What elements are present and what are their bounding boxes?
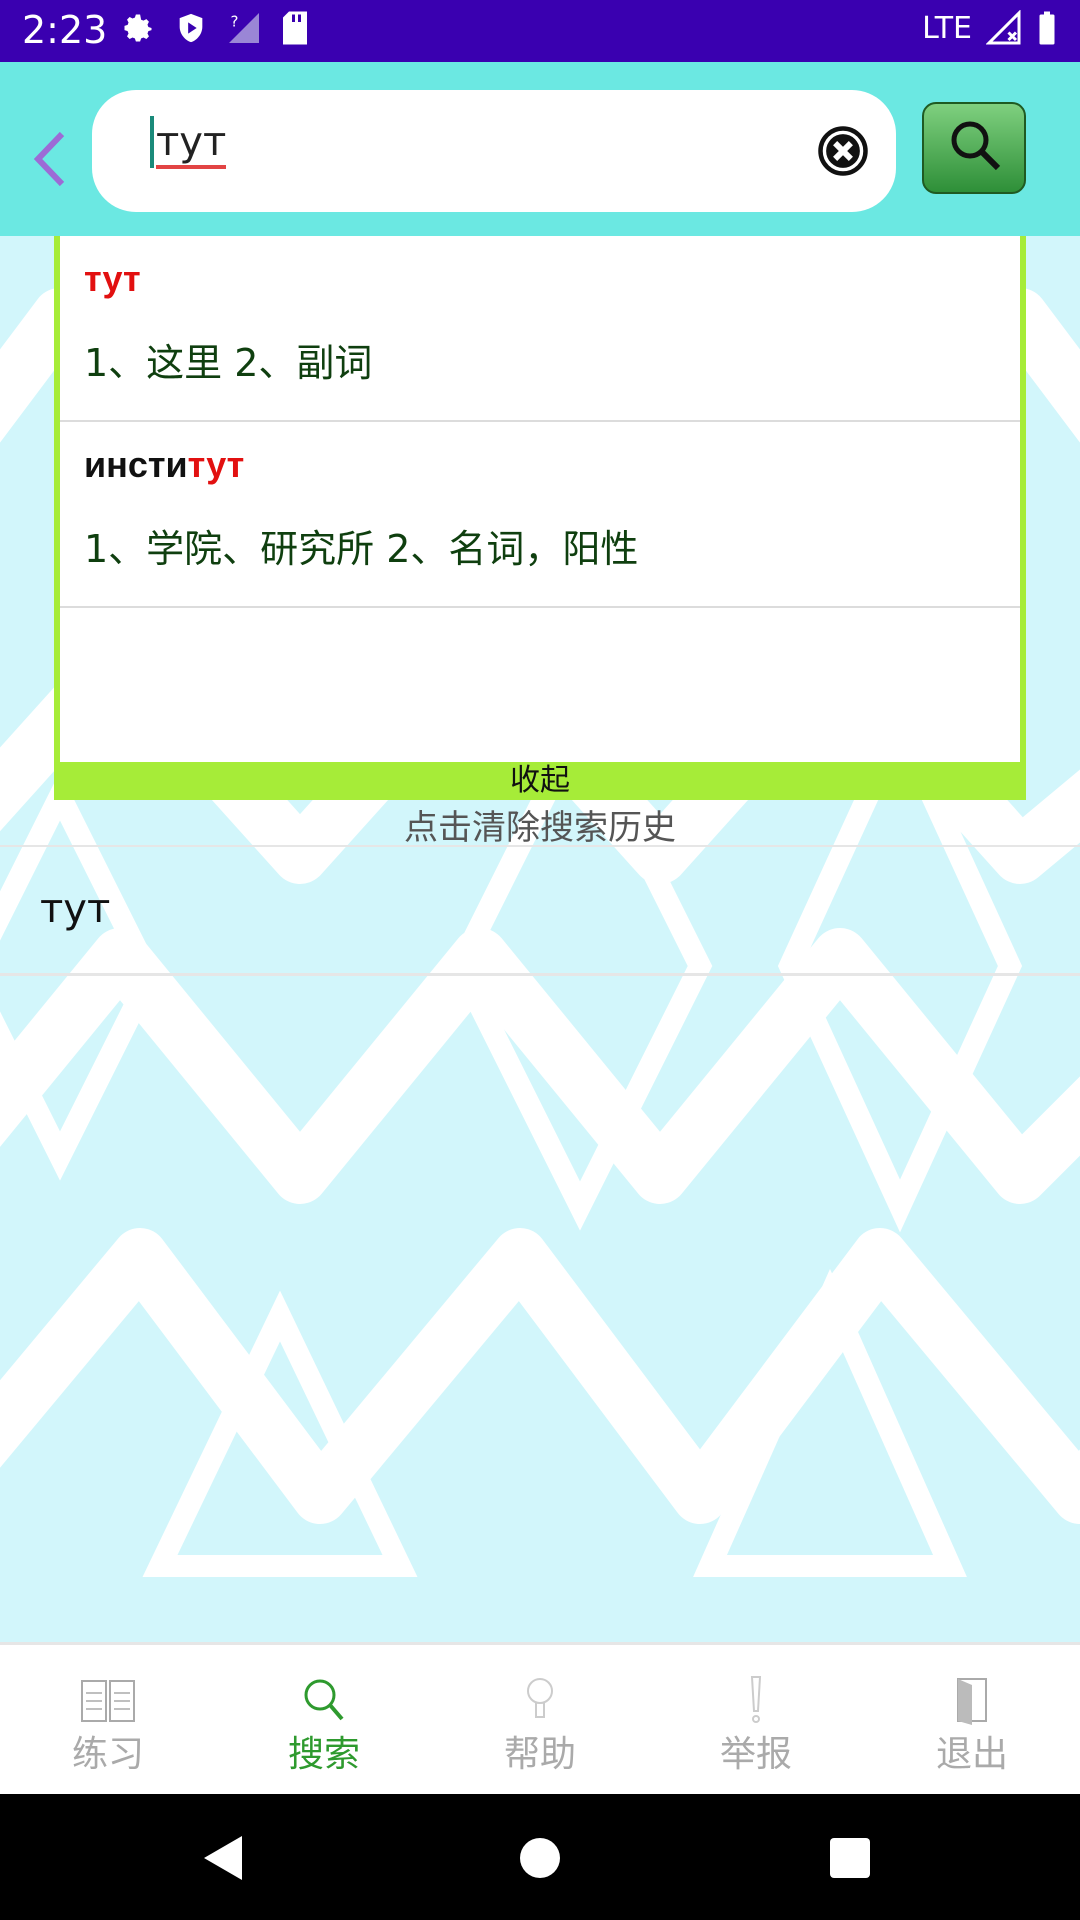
suggestion-item[interactable]: институт 1、学院、研究所 2、名词，阳性	[60, 422, 1020, 608]
nav-item-help[interactable]: 帮助	[432, 1645, 648, 1795]
chevron-left-icon	[33, 131, 65, 187]
collapse-button[interactable]: 收起	[54, 762, 1026, 800]
status-bar: 2:23 ? LTE	[0, 0, 1080, 62]
suggestion-item[interactable]: тут 1、这里 2、副词	[60, 236, 1020, 422]
search-query-text: тут	[156, 119, 227, 169]
shield-play-icon	[179, 13, 203, 43]
suggestion-word-prefix: инсти	[84, 444, 188, 485]
status-icons-right: LTE	[922, 10, 1058, 46]
search-query[interactable]: тут	[150, 116, 227, 169]
exclamation-icon	[750, 1676, 762, 1723]
exit-door-icon	[957, 1678, 987, 1725]
svg-text:?: ?	[231, 13, 239, 31]
top-bar: тут	[0, 62, 1080, 236]
back-triangle-icon[interactable]	[196, 1830, 252, 1886]
nav-item-report[interactable]: 举报	[648, 1645, 864, 1795]
nav-item-practice[interactable]: 练习	[0, 1645, 216, 1795]
divider	[0, 845, 1080, 847]
nav-label: 举报	[719, 1734, 792, 1775]
suggestion-definition: 1、这里 2、副词	[84, 341, 373, 385]
nav-item-search[interactable]: 搜索	[216, 1645, 432, 1795]
clear-x-circle-icon	[818, 126, 868, 176]
suggestion-definition: 1、学院、研究所 2、名词，阳性	[84, 527, 639, 571]
search-icon	[304, 1679, 344, 1721]
home-circle-icon[interactable]	[512, 1830, 568, 1886]
clear-search-button[interactable]	[816, 124, 870, 178]
recents-square-icon[interactable]	[822, 1830, 878, 1886]
search-button[interactable]	[922, 102, 1026, 194]
system-nav-bar	[0, 1794, 1080, 1920]
network-type: LTE	[922, 10, 972, 46]
signal-icon	[986, 10, 1021, 45]
search-input[interactable]: тут	[92, 90, 896, 212]
suggestion-panel: тут 1、这里 2、副词 институт 1、学院、研究所 2、名词，阳性	[54, 236, 1026, 798]
suggestion-word-match: тут	[84, 258, 141, 299]
suggestion-word: тут	[84, 258, 141, 300]
nav-label: 帮助	[503, 1734, 576, 1775]
nav-item-exit[interactable]: 退出	[864, 1645, 1080, 1795]
status-time: 2:23	[22, 8, 108, 52]
book-icon	[81, 1680, 135, 1722]
history-word: тут	[40, 886, 111, 932]
gear-icon	[124, 14, 152, 42]
suggestion-word-match: тут	[187, 444, 245, 485]
status-icons-left: ?	[120, 10, 310, 46]
nav-label: 搜索	[287, 1734, 360, 1775]
back-button[interactable]	[22, 124, 82, 194]
suggestion-word: институт	[84, 444, 244, 486]
lightbulb-icon	[527, 1678, 553, 1718]
history-item[interactable]: тут	[0, 848, 1080, 976]
nav-label: 练习	[71, 1734, 144, 1775]
search-icon	[951, 121, 1001, 171]
sd-card-icon	[283, 11, 307, 45]
bottom-nav: 练习 搜索 帮助 举报 退出	[0, 1642, 1080, 1794]
signal-unknown-icon: ?	[229, 13, 259, 43]
nav-label: 退出	[935, 1734, 1008, 1775]
battery-icon	[1039, 11, 1055, 45]
clear-history-button[interactable]: 点击清除搜索历史	[0, 800, 1080, 849]
